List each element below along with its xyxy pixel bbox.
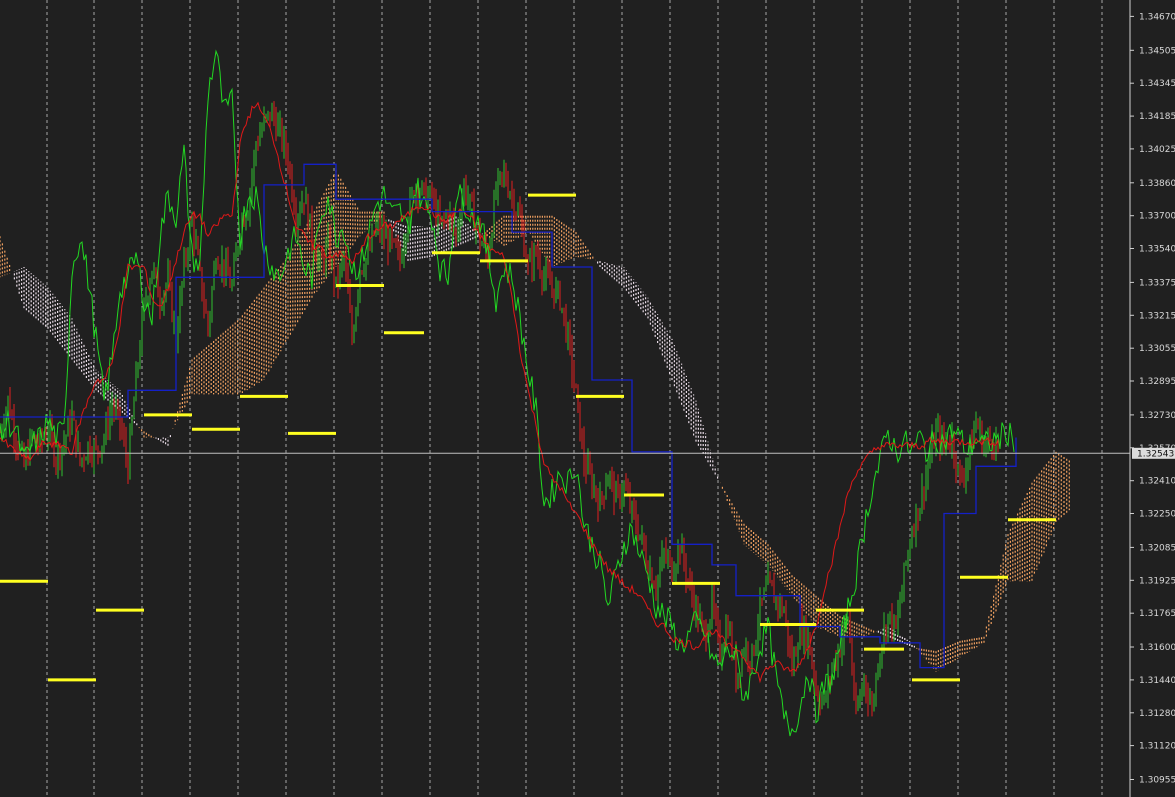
- svg-text:1.32543: 1.32543: [1137, 449, 1174, 459]
- y-tick-label: 1.32410: [1139, 477, 1175, 487]
- y-tick-label: 1.31280: [1139, 709, 1175, 719]
- price-axis: 1.34670 1.34505 1.34345 1.34185 1.34025 1.338…: [1129, 0, 1175, 797]
- y-tick-label: 1.32250: [1139, 510, 1175, 520]
- y-tick-label: 1.31765: [1139, 609, 1175, 619]
- price-chart[interactable]: 1.34670 1.34505 1.34345 1.34185 1.34025 1.338…: [0, 0, 1175, 797]
- y-tick-label: 1.34670: [1139, 12, 1175, 22]
- indicator-lines: [0, 49, 1017, 737]
- y-tick-label: 1.33055: [1139, 344, 1175, 354]
- current-price-label: 1.32543: [1132, 447, 1175, 459]
- y-tick-label: 1.31440: [1139, 676, 1175, 686]
- y-tick-label: 1.33215: [1139, 311, 1175, 321]
- y-tick-label: 1.34185: [1139, 112, 1175, 122]
- red-line: [0, 101, 999, 684]
- green-line: [0, 49, 1015, 737]
- y-tick-label: 1.33700: [1139, 212, 1175, 222]
- y-tick-label: 1.34025: [1139, 145, 1175, 155]
- y-tick-label: 1.34505: [1139, 46, 1175, 56]
- y-tick-label: 1.31120: [1139, 742, 1175, 752]
- chart-canvas[interactable]: 1.34670 1.34505 1.34345 1.34185 1.34025 1.338…: [0, 0, 1175, 797]
- vertical-grid: [46, 0, 1103, 797]
- candles: [0, 101, 999, 717]
- y-tick-label: 1.30955: [1139, 776, 1175, 786]
- y-tick-label: 1.32085: [1139, 543, 1175, 553]
- y-tick-label: 1.34345: [1139, 79, 1175, 89]
- y-tick-label: 1.31600: [1139, 643, 1175, 653]
- y-tick-label: 1.33375: [1139, 278, 1175, 288]
- y-tick-label: 1.33540: [1139, 245, 1175, 255]
- y-tick-label: 1.32895: [1139, 377, 1175, 387]
- y-tick-label: 1.33860: [1139, 179, 1175, 189]
- y-tick-label: 1.31925: [1139, 576, 1175, 586]
- y-tick-label: 1.32730: [1139, 411, 1175, 421]
